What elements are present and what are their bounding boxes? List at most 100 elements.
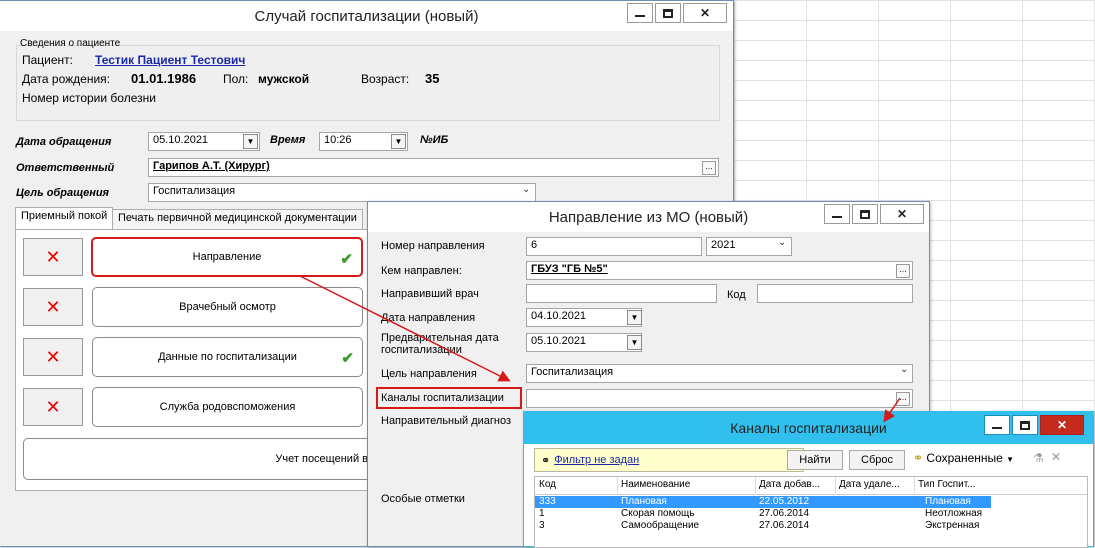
minimize-button[interactable] bbox=[627, 3, 653, 23]
tab-print-docs[interactable]: Печать первичной медицинской документаци… bbox=[112, 209, 363, 229]
remove-filter-icon[interactable]: ✕ bbox=[1051, 450, 1061, 464]
minimize-button[interactable] bbox=[824, 204, 850, 224]
check-icon: ✔ bbox=[340, 251, 353, 268]
table-row[interactable]: 333 Плановая 22.05.2012 Плановая bbox=[535, 496, 991, 508]
minimize-button[interactable] bbox=[984, 415, 1010, 435]
maximize-button[interactable] bbox=[852, 204, 878, 224]
purpose-chevron-down-icon: ⌄ bbox=[522, 184, 531, 195]
x-icon: ✕ bbox=[45, 296, 61, 317]
window-title: Случай госпитализации (новый) bbox=[254, 7, 479, 25]
referral-purpose-chevron-down-icon: ⌄ bbox=[900, 364, 909, 375]
sex-label: Пол: bbox=[223, 72, 249, 86]
referred-by-input[interactable]: ГБУЗ "ГБ №5" bbox=[526, 261, 913, 280]
maximize-button[interactable] bbox=[1012, 415, 1038, 435]
maximize-icon bbox=[663, 8, 673, 18]
time-dropdown-icon[interactable]: ▼ bbox=[391, 134, 406, 149]
tab-reception[interactable]: Приемный покой bbox=[15, 207, 114, 229]
clear-filter-icon[interactable]: ⚗ bbox=[1033, 451, 1044, 465]
purpose-select[interactable]: Госпитализация bbox=[148, 183, 536, 202]
maximize-icon bbox=[1020, 420, 1030, 430]
birth-date-label: Дата рождения: bbox=[22, 72, 110, 86]
age-value: 35 bbox=[425, 71, 440, 86]
close-button[interactable]: ✕ bbox=[683, 3, 727, 23]
referring-doctor-label: Направивший врач bbox=[381, 288, 479, 300]
referral-purpose-label: Цель направления bbox=[381, 368, 477, 380]
birth-date-value: 01.01.1986 bbox=[131, 71, 197, 86]
responsible-ellipsis-icon[interactable]: ... bbox=[702, 161, 716, 175]
column-type[interactable]: Тип Госпит... bbox=[918, 479, 976, 490]
visit-date-label: Дата обращения bbox=[16, 136, 112, 148]
obstetric-service-button[interactable]: Служба родовспоможения bbox=[92, 387, 363, 427]
column-added[interactable]: Дата добав... bbox=[759, 479, 820, 490]
prelim-date-input[interactable]: 05.10.2021 bbox=[526, 333, 642, 352]
remove-exam-button[interactable]: ✕ bbox=[23, 288, 83, 326]
window-title: Направление из МО (новый) bbox=[548, 208, 749, 226]
saved-filters-button[interactable]: ⚭ Сохраненные ▼ bbox=[913, 451, 1014, 465]
filter-link[interactable]: Фильтр не задан bbox=[554, 454, 639, 466]
minimize-icon bbox=[635, 15, 645, 17]
special-notes-label: Особые отметки bbox=[381, 493, 465, 505]
remove-referral-button[interactable]: ✕ bbox=[23, 238, 83, 276]
referral-date-label: Дата направления bbox=[381, 312, 476, 324]
patient-info-title: Сведения о пациенте bbox=[20, 38, 121, 49]
table-row[interactable]: 1 Скорая помощь 27.06.2014 Неотложная bbox=[535, 508, 1087, 520]
close-button[interactable]: ✕ bbox=[880, 204, 924, 224]
year-chevron-down-icon: ⌄ bbox=[778, 237, 787, 248]
table-row[interactable]: 3 Самообращение 27.06.2014 Экстренная bbox=[535, 520, 1087, 532]
window-title: Каналы госпитализации bbox=[730, 420, 887, 436]
channels-label: Каналы госпитализации bbox=[381, 392, 504, 404]
close-icon: ✕ bbox=[896, 207, 908, 221]
referred-by-label: Кем направлен: bbox=[381, 265, 462, 277]
sex-value: мужской bbox=[258, 72, 310, 86]
purpose-label: Цель обращения bbox=[16, 187, 110, 199]
remove-hosp-data-button[interactable]: ✕ bbox=[23, 338, 83, 376]
check-icon: ✔ bbox=[341, 350, 354, 367]
channels-ellipsis-icon[interactable]: ... bbox=[896, 392, 910, 406]
maximize-icon bbox=[860, 209, 870, 219]
column-deleted[interactable]: Дата удале... bbox=[839, 479, 900, 490]
x-icon: ✕ bbox=[45, 396, 61, 417]
visit-date-dropdown-icon[interactable]: ▼ bbox=[243, 134, 258, 149]
binoculars-icon: ⚭ bbox=[913, 451, 924, 465]
minimize-icon bbox=[832, 216, 842, 218]
prelim-date-label: Предварительная дата госпитализации bbox=[381, 332, 499, 356]
patient-name-link[interactable]: Тестик Пациент Тестович bbox=[95, 53, 245, 67]
referral-diagnosis-label: Направительный диагноз bbox=[381, 415, 512, 427]
age-label: Возраст: bbox=[361, 72, 410, 86]
x-icon: ✕ bbox=[45, 246, 61, 267]
channels-grid: Код Наименование Дата добав... Дата удал… bbox=[534, 476, 1088, 548]
prelim-date-dropdown-icon[interactable]: ▼ bbox=[627, 335, 642, 350]
referral-button[interactable]: Направление ✔ bbox=[91, 237, 363, 277]
binoculars-icon: ⚭ bbox=[541, 454, 551, 467]
visits-accounting-button[interactable]: Учет посещений в bbox=[23, 438, 375, 480]
time-label: Время bbox=[270, 134, 306, 146]
channels-input[interactable] bbox=[526, 389, 913, 408]
medical-exam-button[interactable]: Врачебный осмотр bbox=[92, 287, 363, 327]
referring-doctor-input[interactable] bbox=[526, 284, 717, 303]
patient-label: Пациент: bbox=[22, 53, 74, 67]
column-code[interactable]: Код bbox=[539, 479, 556, 490]
referred-by-ellipsis-icon[interactable]: ... bbox=[896, 264, 910, 278]
filter-bar[interactable]: ⚭ Фильтр не задан bbox=[534, 448, 804, 472]
referral-date-dropdown-icon[interactable]: ▼ bbox=[627, 310, 642, 325]
referral-purpose-select[interactable]: Госпитализация bbox=[526, 364, 913, 383]
responsible-input[interactable]: Гарипов А.Т. (Хирург) bbox=[148, 158, 719, 177]
referral-number-label: Номер направления bbox=[381, 240, 485, 252]
referral-number-input[interactable]: 6 bbox=[526, 237, 702, 256]
maximize-button[interactable] bbox=[655, 3, 681, 23]
close-icon: ✕ bbox=[1056, 418, 1068, 432]
channels-window: Каналы госпитализации ✕ ⚭ Фильтр не зада… bbox=[523, 411, 1094, 548]
remove-obstetric-button[interactable]: ✕ bbox=[23, 388, 83, 426]
referral-date-input[interactable]: 04.10.2021 bbox=[526, 308, 642, 327]
column-name[interactable]: Наименование bbox=[621, 479, 690, 490]
hospitalization-titlebar[interactable]: Случай госпитализации (новый) bbox=[0, 1, 733, 31]
x-icon: ✕ bbox=[45, 346, 61, 367]
reset-button[interactable]: Сброс bbox=[849, 450, 905, 470]
code-input[interactable] bbox=[757, 284, 913, 303]
close-button[interactable]: ✕ bbox=[1040, 415, 1084, 435]
find-button[interactable]: Найти bbox=[787, 450, 843, 470]
minimize-icon bbox=[992, 427, 1002, 429]
code-label: Код bbox=[727, 289, 746, 301]
ib-label: №ИБ bbox=[420, 134, 449, 146]
hospitalization-data-button[interactable]: Данные по госпитализации ✔ bbox=[92, 337, 363, 377]
